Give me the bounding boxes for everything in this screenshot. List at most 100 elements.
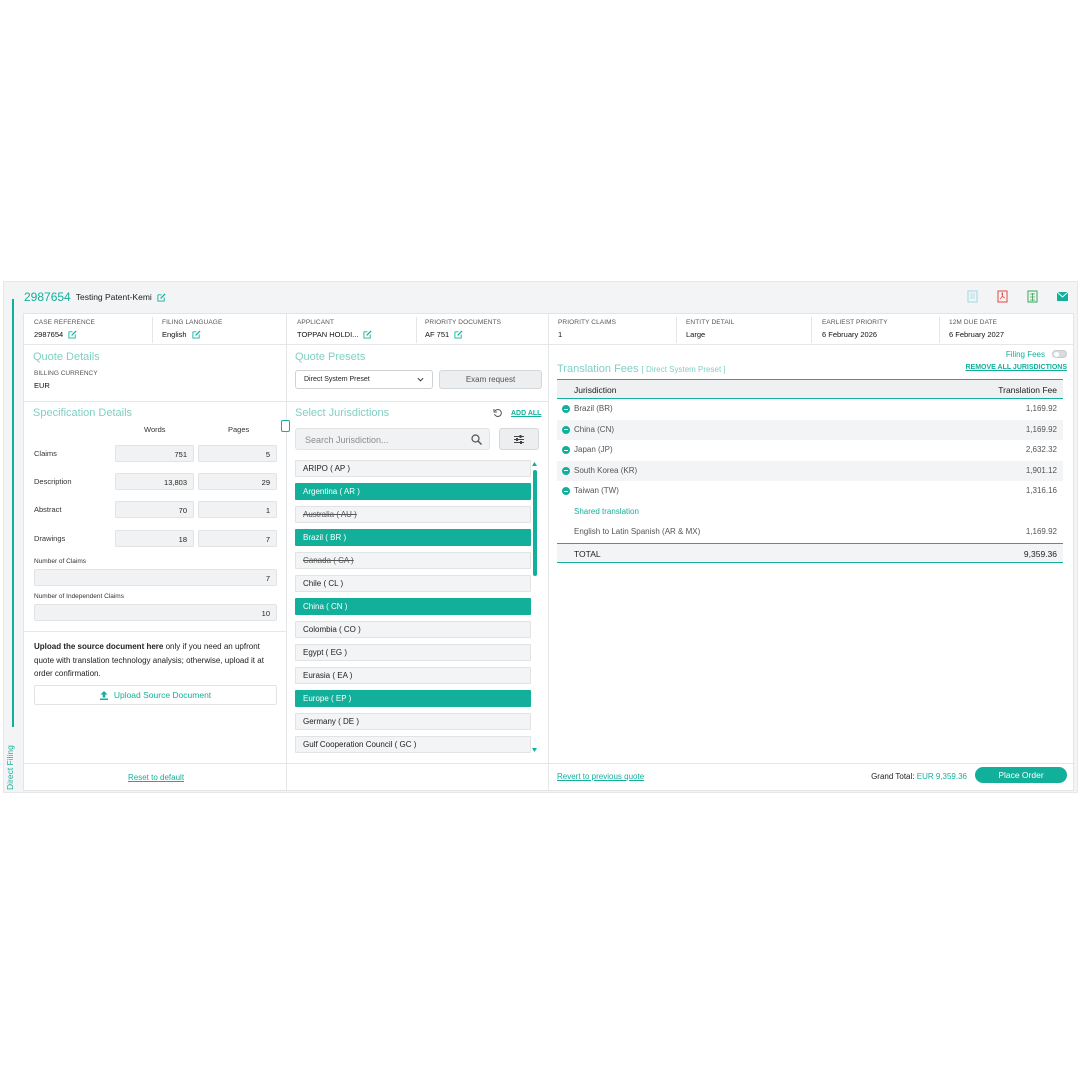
meta-priority-claims: PRIORITY CLAIMS 1 — [558, 319, 617, 339]
jurisdiction-item[interactable]: Chile ( CL ) — [295, 575, 531, 592]
edit-icon[interactable] — [363, 330, 372, 339]
jurisdiction-item[interactable]: Brazil ( BR ) — [295, 529, 531, 546]
num-indep-claims-label: Number of Independent Claims — [34, 593, 124, 600]
jurisdiction-item[interactable]: Germany ( DE ) — [295, 713, 531, 730]
meta-filing-language: FILING LANGUAGE English — [162, 319, 223, 339]
claims-label: Claims — [34, 449, 57, 458]
translation-fees-title: Translation Fees [ Direct System Preset … — [557, 363, 726, 375]
jurisdiction-item[interactable]: Egypt ( EG ) — [295, 644, 531, 661]
quote-presets-title: Quote Presets — [295, 351, 366, 363]
scroll-down-icon[interactable] — [531, 747, 538, 753]
jurisdiction-list: ARIPO ( AP ) Argentina ( AR ) Australia ( … — [295, 460, 531, 759]
filter-button[interactable] — [499, 428, 539, 450]
left-column: Quote Details BILLING CURRENCY EUR Speci… — [24, 345, 290, 792]
abstract-words-input[interactable]: 70 — [115, 501, 194, 518]
words-header: Words — [144, 425, 166, 434]
fee-row: Taiwan (TW) 1,316.16 — [557, 481, 1063, 502]
meta-priority-documents: PRIORITY DOCUMENTS AF 751 — [425, 319, 502, 339]
jurisdiction-item[interactable]: Colombia ( CO ) — [295, 621, 531, 638]
shared-translation-heading: Shared translation — [574, 506, 639, 516]
remove-jurisdiction-icon[interactable] — [562, 425, 570, 434]
meta-12m-due-date: 12M DUE DATE 6 February 2027 — [949, 319, 1005, 339]
edit-icon[interactable] — [68, 330, 77, 339]
claims-pages-input[interactable]: 5 — [198, 445, 277, 462]
select-jurisdictions-title: Select Jurisdictions — [295, 407, 390, 419]
remove-jurisdiction-icon[interactable] — [562, 487, 570, 495]
abstract-label: Abstract — [34, 505, 62, 514]
excel-icon[interactable] — [1024, 288, 1041, 305]
revert-previous-quote-link[interactable]: Revert to previous quote — [557, 772, 644, 781]
scroll-up-icon[interactable] — [531, 461, 538, 467]
fee-row: Japan (JP) 2,632.32 — [557, 440, 1063, 461]
place-order-button[interactable]: Place Order — [975, 767, 1067, 783]
exam-request-button[interactable]: Exam request — [439, 370, 542, 389]
description-words-input[interactable]: 13,803 — [115, 473, 194, 490]
toolbar — [964, 288, 1071, 305]
jurisdiction-item[interactable]: China ( CN ) — [295, 598, 531, 615]
meta-case-reference: CASE REFERENCE 2987654 — [34, 319, 95, 339]
fee-row: South Korea (KR) 1,901.12 — [557, 460, 1063, 481]
case-header: 2987654 Testing Patent-Kemi — [24, 290, 166, 304]
description-pages-input[interactable]: 29 — [198, 473, 277, 490]
jurisdiction-item[interactable]: ARIPO ( AP ) — [295, 460, 531, 477]
email-icon[interactable] — [1054, 288, 1071, 305]
case-name: Testing Patent-Kemi — [75, 292, 152, 302]
remove-jurisdiction-icon[interactable] — [562, 446, 570, 454]
billing-currency-label: BILLING CURRENCY — [34, 370, 98, 377]
drawings-pages-input[interactable]: 7 — [198, 530, 277, 547]
sliders-icon — [514, 434, 524, 444]
description-label: Description — [34, 477, 72, 486]
meta-earliest-priority: EARLIEST PRIORITY 6 February 2026 — [822, 319, 888, 339]
case-number: 2987654 — [24, 290, 71, 304]
reset-to-default-link[interactable]: Reset to default — [128, 773, 184, 782]
pages-header: Pages — [228, 425, 250, 434]
fees-table: Jurisdiction Translation Fee Brazil (BR)… — [557, 379, 1063, 563]
pdf-icon[interactable] — [994, 288, 1011, 305]
remove-jurisdiction-icon[interactable] — [562, 405, 570, 413]
spec-details-title: Specification Details — [33, 407, 133, 419]
claims-words-input[interactable]: 751 — [115, 445, 194, 462]
upload-icon — [99, 690, 108, 700]
remove-all-jurisdictions-link[interactable]: REMOVE ALL JURISDICTIONS — [965, 364, 1067, 371]
quote-details-title: Quote Details — [33, 351, 100, 363]
fee-row: China (CN) 1,169.92 — [557, 419, 1063, 440]
fees-table-header: Jurisdiction Translation Fee — [557, 379, 1063, 399]
quote-card: CASE REFERENCE 2987654 FILING LANGUAGE E… — [23, 313, 1075, 792]
grand-total: Grand Total: EUR 9,359.36 — [871, 772, 967, 781]
upload-instructions: Upload the source document here only if … — [34, 642, 264, 678]
jurisdiction-item[interactable]: Europe ( EP ) — [295, 690, 531, 707]
drawings-label: Drawings — [34, 534, 66, 543]
total-row: TOTAL 9,359.36 — [557, 542, 1063, 563]
middle-column: Quote Presets Direct System Preset Exam … — [286, 345, 548, 792]
edit-icon[interactable] — [192, 330, 201, 339]
document-icon[interactable] — [964, 288, 981, 305]
jurisdiction-item[interactable]: Argentina ( AR ) — [295, 483, 531, 500]
jurisdiction-item[interactable]: Gulf Cooperation Council ( GC ) — [295, 736, 531, 753]
jurisdiction-item[interactable]: Eurasia ( EA ) — [295, 667, 531, 684]
search-icon — [471, 434, 482, 445]
chevron-down-icon — [417, 377, 424, 382]
side-accent-line — [12, 299, 14, 727]
app-frame: Direct Filing 2987654 Testing Patent-Kem… — [3, 281, 1078, 793]
undo-icon[interactable] — [493, 408, 503, 418]
upload-source-button[interactable]: Upload Source Document — [34, 685, 277, 705]
remove-jurisdiction-icon[interactable] — [562, 466, 570, 475]
add-all-link[interactable]: ADD ALL — [511, 410, 541, 417]
scrollbar-thumb[interactable] — [533, 470, 537, 576]
right-column: Translation Fees [ Direct System Preset … — [548, 345, 1075, 792]
drawings-words-input[interactable]: 18 — [115, 530, 194, 547]
jurisdiction-item[interactable]: Canada ( CA ) — [295, 552, 531, 569]
jurisdiction-item[interactable]: Australia ( AU ) — [295, 506, 531, 523]
filing-fees-toggle[interactable] — [1052, 350, 1067, 358]
num-indep-claims-input[interactable]: 10 — [34, 604, 277, 621]
billing-currency-value: EUR — [34, 381, 50, 390]
abstract-pages-input[interactable]: 1 — [198, 501, 277, 518]
preset-select[interactable]: Direct System Preset — [295, 370, 433, 389]
filing-fees-label: Filing Fees — [1005, 350, 1045, 359]
edit-icon[interactable] — [157, 292, 166, 302]
jurisdiction-search-input[interactable]: Search Jurisdiction... — [295, 428, 490, 450]
fee-row: Brazil (BR) 1,169.92 — [557, 399, 1063, 420]
shared-translation-row: English to Latin Spanish (AR & MX) 1,169… — [574, 527, 1057, 536]
num-claims-input[interactable]: 7 — [34, 569, 277, 586]
edit-icon[interactable] — [454, 330, 463, 339]
